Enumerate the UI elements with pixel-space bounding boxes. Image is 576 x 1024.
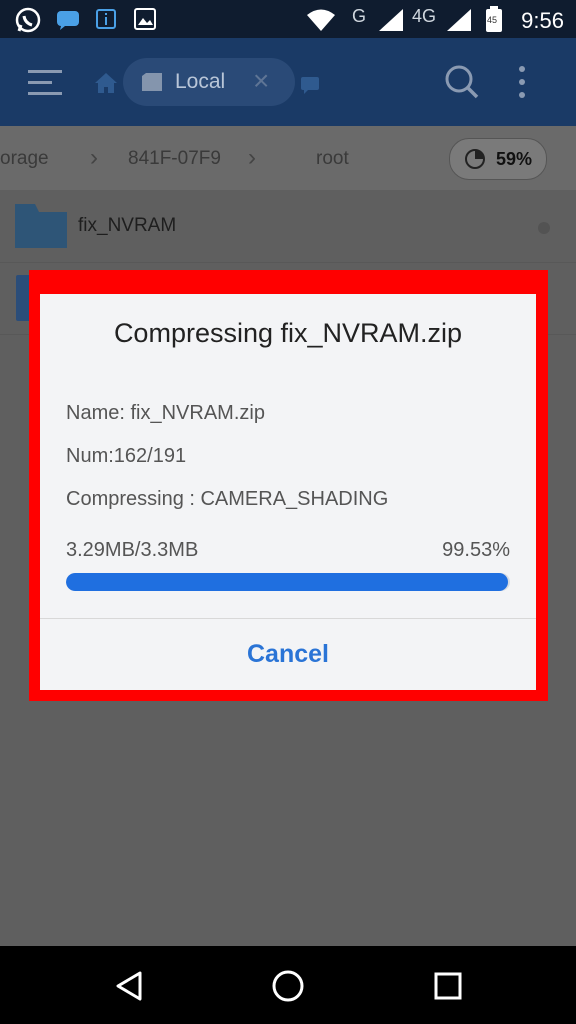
file-count: Num:162/191 xyxy=(66,445,187,467)
chat-icon xyxy=(57,11,79,30)
storage-usage-badge[interactable]: 59% xyxy=(449,138,547,180)
chevron-right-icon: › xyxy=(90,144,98,171)
archive-name: Name: fix_NVRAM.zip xyxy=(66,402,265,424)
current-file: Compressing : CAMERA_SHADING xyxy=(66,488,389,510)
progress-bar xyxy=(66,573,510,591)
battery-level: 45 xyxy=(487,15,498,25)
new-window-icon[interactable] xyxy=(300,76,320,94)
network-type-g: G xyxy=(352,6,367,26)
sd-card-icon xyxy=(142,73,162,91)
dialog-title: Compressing fix_NVRAM.zip xyxy=(113,318,463,348)
pie-chart-icon xyxy=(465,149,485,169)
breadcrumb-item-root[interactable]: root xyxy=(316,148,349,170)
list-item[interactable]: fix_NVRAM xyxy=(0,190,576,262)
home-icon[interactable] xyxy=(94,72,118,94)
signal-icon-2 xyxy=(447,9,471,31)
network-type-4g: 4G xyxy=(412,6,437,26)
battery-icon: 45 xyxy=(486,6,502,32)
close-tab-icon[interactable]: × xyxy=(253,66,269,96)
file-name: fix_NVRAM xyxy=(78,215,177,236)
status-bar: G 4G 45 9:56 xyxy=(0,0,576,38)
breadcrumb-item-storage[interactable]: orage xyxy=(0,148,49,170)
search-icon[interactable] xyxy=(444,64,480,100)
breadcrumb-item-volume[interactable]: 841F-07F9 xyxy=(128,148,221,170)
home-nav-icon[interactable] xyxy=(271,969,305,1003)
signal-icon xyxy=(379,9,403,31)
clock: 9:56 xyxy=(521,8,564,33)
more-options-icon[interactable] xyxy=(516,66,528,100)
tab-label: Local xyxy=(175,70,226,93)
percent-progress: 99.53% xyxy=(442,539,510,561)
wifi-icon xyxy=(307,9,335,31)
gallery-icon xyxy=(134,8,156,30)
info-icon xyxy=(96,9,116,29)
size-progress: 3.29MB/3.3MB xyxy=(66,539,199,561)
navigation-bar xyxy=(0,946,576,1024)
whatsapp-icon xyxy=(15,7,41,33)
back-icon[interactable] xyxy=(114,970,144,1002)
chevron-right-icon: › xyxy=(248,144,256,171)
storage-percent: 59% xyxy=(496,149,533,169)
cancel-button[interactable]: Cancel xyxy=(40,619,536,690)
select-indicator[interactable] xyxy=(538,222,550,234)
recent-apps-icon[interactable] xyxy=(434,972,462,1000)
compress-dialog: Compressing fix_NVRAM.zip Name: fix_NVRA… xyxy=(40,294,536,690)
folder-icon xyxy=(15,204,67,248)
tab-local[interactable]: Local × xyxy=(123,58,295,106)
menu-icon[interactable] xyxy=(28,68,62,98)
progress-bar-fill xyxy=(66,573,508,591)
app-toolbar: Local × xyxy=(0,38,576,126)
